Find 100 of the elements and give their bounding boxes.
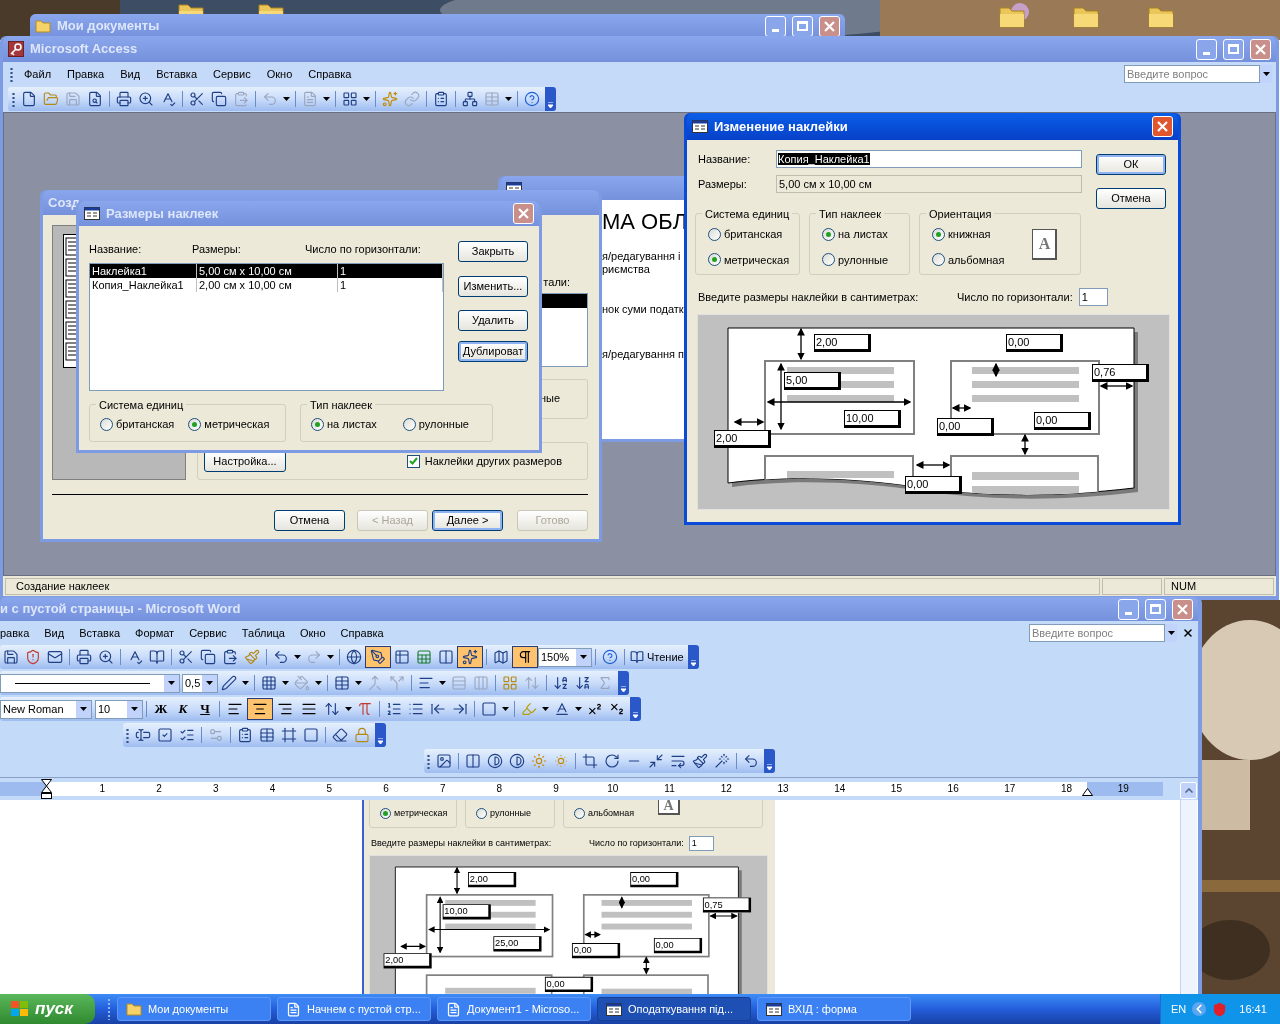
text-wrap-icon[interactable] [670,753,686,769]
scissors-icon[interactable] [178,649,194,665]
crop-icon[interactable] [582,753,598,769]
dropdown-arrow-icon[interactable] [505,97,512,101]
dropdown-arrow-icon[interactable] [502,707,509,711]
transparent-color-icon[interactable] [714,753,730,769]
table-icon[interactable] [334,675,350,691]
menu-item[interactable]: Справка [308,65,352,83]
radio-button[interactable] [402,418,416,431]
eraser-icon[interactable] [332,727,348,743]
radio-button[interactable] [574,807,585,819]
dropdown-button[interactable] [127,700,142,718]
dropdown-arrow-icon[interactable] [575,707,582,711]
pen-color-icon[interactable] [221,675,237,691]
toolbar-options-button[interactable] [545,87,556,111]
merge-cells-icon[interactable] [367,675,383,691]
radio-button[interactable] [822,227,835,241]
taskbar-button[interactable]: Документ1 - Microso... [437,997,591,1021]
help-icon[interactable] [602,649,618,665]
radio-button[interactable] [708,227,721,241]
menu-item[interactable]: Вид [44,624,65,642]
style-button[interactable]: Ж [150,699,172,719]
dropdown-button[interactable] [1260,65,1272,83]
menu-item[interactable]: Окно [299,624,326,642]
align-center-icon[interactable] [252,701,268,717]
style-button[interactable]: К [172,699,194,719]
dropdown-arrow-icon[interactable] [439,681,446,685]
permission-icon[interactable] [25,649,41,665]
pilcrow-icon[interactable] [517,649,533,665]
taskbar-button[interactable]: Оподаткування під... [597,997,751,1021]
number-field[interactable]: 25,00 [493,936,542,952]
name-field[interactable]: Копия_Наклейка1 [776,150,1082,168]
border-icon[interactable] [481,701,497,717]
scroll-up-button[interactable] [1180,782,1197,799]
toolbar-grip[interactable] [12,91,15,107]
color-icon[interactable] [465,753,481,769]
radio-button[interactable] [188,418,202,431]
more-contrast-icon[interactable] [487,753,503,769]
increase-indent-icon[interactable] [452,701,468,717]
menu-item[interactable]: Вид [120,65,141,83]
show-hidden-icons-icon[interactable] [1192,1002,1207,1016]
number-field[interactable]: 5,00 [784,372,841,390]
printer-icon[interactable] [76,649,92,665]
close-button[interactable] [513,203,534,224]
style-button[interactable]: Ч [194,699,216,719]
radio-button[interactable] [932,253,945,267]
indent-marker-icon[interactable] [41,779,52,799]
menu-item[interactable]: Формат [135,624,175,642]
preview-icon[interactable] [98,649,114,665]
number-field[interactable]: 0,00 [653,937,703,954]
insert-picture-icon[interactable] [436,753,452,769]
dialog-button[interactable]: Закрыть [458,240,528,262]
reset-picture-icon[interactable] [743,753,759,769]
dropdown-arrow-icon[interactable] [327,655,334,659]
shading-icon[interactable] [303,727,319,743]
list-row[interactable]: Наклейка1 5,00 см x 10,00 см 1 [90,263,443,278]
close-icon[interactable] [1182,627,1194,639]
dialog-button[interactable]: Удалить [458,309,528,331]
form-field-icon[interactable] [237,727,253,743]
menu-item[interactable]: Окно [266,65,293,83]
number-field[interactable]: 0,00 [544,976,594,993]
relationships-icon[interactable] [462,91,478,107]
folder-icon[interactable] [43,91,59,107]
radio-button[interactable] [708,253,721,267]
number-field[interactable]: 0,00 [905,476,962,494]
less-contrast-icon[interactable] [509,753,525,769]
dropdown-arrow-icon[interactable] [283,97,290,101]
menu-item[interactable]: Справка [340,624,384,642]
number-field[interactable]: 0,00 [630,872,679,888]
copy-icon[interactable] [200,649,216,665]
spreadsheet-icon[interactable] [416,649,432,665]
toolbar-options-button[interactable] [375,723,386,747]
number-field[interactable]: 2,00 [714,430,771,448]
zoom-combo-box[interactable]: 150% [538,647,592,667]
dialog-button[interactable]: Отмена [274,509,345,531]
help-icon[interactable] [524,91,540,107]
list-row[interactable] [542,293,587,308]
dialog-button[interactable]: ОК [1096,153,1166,175]
dropdown-arrow-icon[interactable] [542,707,549,711]
spell-check-icon[interactable] [127,649,143,665]
new-file-icon[interactable] [21,91,37,107]
font-combo-box[interactable]: New Roman [0,699,92,719]
dropdown-arrow-icon[interactable] [242,681,249,685]
decrease-indent-icon[interactable] [430,701,446,717]
file-search-icon[interactable] [87,91,103,107]
preview-icon[interactable] [138,91,154,107]
folder-icon[interactable] [1073,5,1099,28]
taskbar-button[interactable]: Мои документы [117,997,271,1021]
radio-button[interactable] [932,227,945,241]
toggle-button[interactable] [365,646,391,668]
dropdown-arrow-icon[interactable] [363,97,370,101]
close-button[interactable] [1250,38,1271,60]
radio-button[interactable] [311,418,324,431]
format-picture-icon[interactable] [692,753,708,769]
line-spacing-icon[interactable] [324,701,340,717]
research-icon[interactable] [149,649,165,665]
radio-button[interactable] [822,253,835,267]
rotate-icon[interactable] [604,753,620,769]
number-field[interactable]: 2,00 [383,953,432,969]
menu-item[interactable]: равка [0,624,30,642]
